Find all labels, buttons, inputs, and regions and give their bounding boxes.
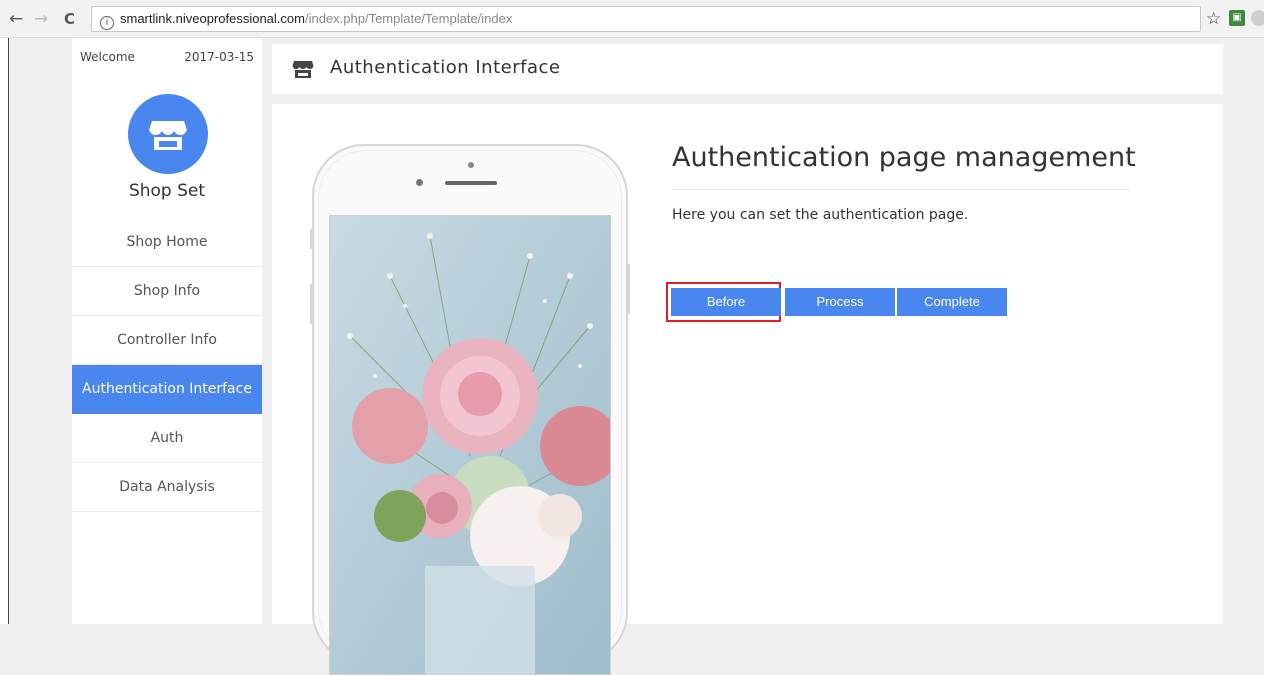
back-icon[interactable]: ← (9, 9, 23, 29)
phone-side-key (310, 284, 313, 324)
speaker-slot (445, 181, 497, 185)
sidebar: Welcome 2017-03-15 Shop Set Shop Home Sh… (72, 38, 262, 624)
sidebar-item-shop-info[interactable]: Shop Info (72, 267, 262, 316)
main-content: Authentication page management Here you … (272, 104, 1223, 675)
shop-icon (149, 121, 187, 150)
bookmark-star-icon[interactable]: ☆ (1206, 10, 1221, 28)
camera-dot (468, 162, 474, 168)
extension-icon[interactable]: ▣ (1229, 10, 1245, 26)
phone-screen-image (329, 215, 611, 675)
divider (672, 189, 1130, 190)
phone-side-key (627, 264, 630, 314)
forward-icon[interactable]: → (34, 9, 48, 29)
sidebar-item-auth[interactable]: Auth (72, 414, 262, 463)
shop-icon (292, 58, 314, 84)
page-title: Authentication Interface (330, 57, 561, 78)
sidebar-item-controller-info[interactable]: Controller Info (72, 316, 262, 365)
phone-side-key (310, 229, 313, 249)
welcome-text: Welcome (80, 50, 135, 64)
before-button[interactable]: Before (671, 288, 781, 316)
address-bar[interactable]: i smartlink.niveoprofessional.com/index.p… (91, 6, 1201, 32)
date-text: 2017-03-15 (184, 50, 254, 64)
sidebar-item-authentication-interface[interactable]: Authentication Interface (72, 365, 262, 414)
left-gutter (0, 38, 9, 624)
sidebar-menu: Shop Home Shop Info Controller Info Auth… (72, 218, 262, 512)
complete-button[interactable]: Complete (897, 288, 1007, 316)
phone-preview (312, 144, 628, 675)
sensor-dot (416, 179, 423, 186)
page-header: Authentication Interface (272, 44, 1223, 94)
extension-icon-2[interactable] (1251, 10, 1264, 26)
url-path: /index.php/Template/Template/index (304, 11, 513, 26)
sidebar-item-data-analysis[interactable]: Data Analysis (72, 463, 262, 512)
browser-toolbar: ← → C i smartlink.niveoprofessional.com/i… (0, 0, 1264, 38)
sidebar-item-shop-home[interactable]: Shop Home (72, 218, 262, 267)
info-icon[interactable]: i (100, 16, 114, 30)
url-domain: smartlink.niveoprofessional.com (120, 11, 305, 26)
process-button[interactable]: Process (785, 288, 895, 316)
section-description: Here you can set the authentication page… (672, 207, 969, 223)
section-heading: Authentication page management (672, 142, 1136, 173)
shop-set-title: Shop Set (128, 181, 206, 201)
shop-avatar (128, 94, 208, 174)
flower-bouquet-image (330, 216, 610, 674)
reload-icon[interactable]: C (64, 9, 75, 29)
